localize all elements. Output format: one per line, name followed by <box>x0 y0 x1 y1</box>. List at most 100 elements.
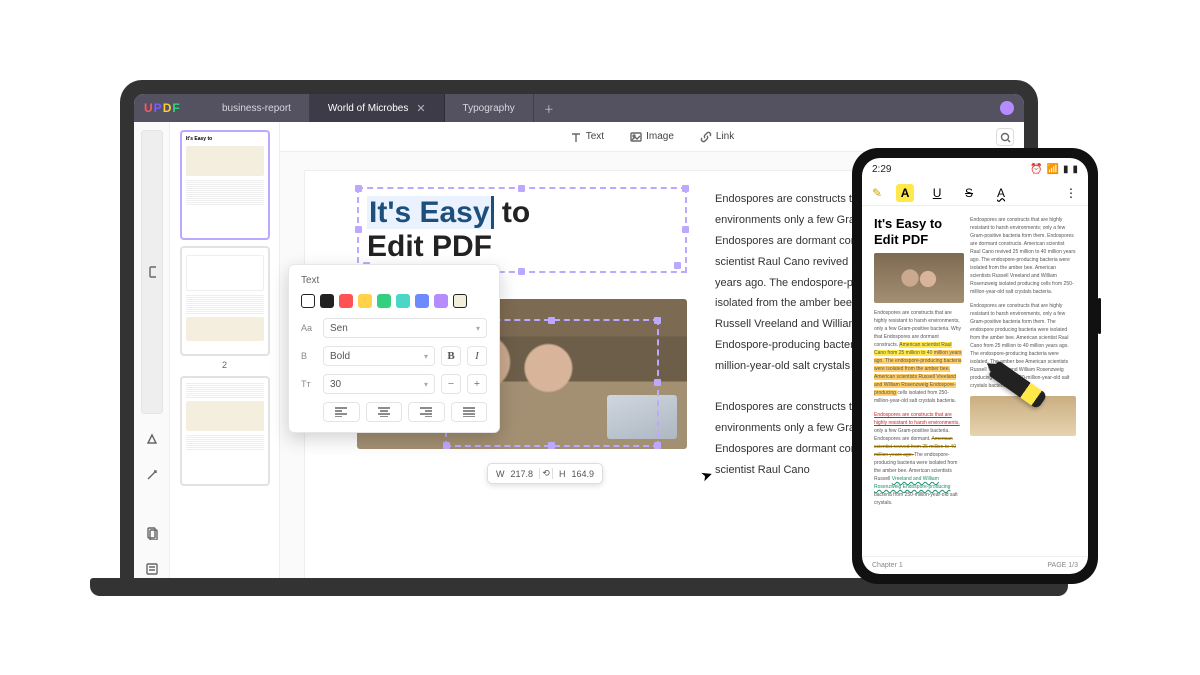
heading-rest1: to <box>494 196 531 229</box>
phone-document[interactable]: It's Easy toEdit PDF Endospores are cons… <box>862 206 1088 556</box>
battery-icon: ▮ <box>1072 164 1078 175</box>
cursor-icon: ➤ <box>698 466 715 486</box>
tool-link-label: Link <box>716 131 734 142</box>
phone-photo <box>874 253 964 303</box>
tab-label: business-report <box>222 103 291 114</box>
size-value: 30 <box>330 379 341 390</box>
swatch-yellow[interactable] <box>358 294 372 308</box>
signal-icon: ▮ <box>1063 164 1069 175</box>
weight-row-label: B <box>301 351 317 361</box>
close-icon[interactable]: ✕ <box>416 102 425 115</box>
font-select[interactable]: Sen ▾ <box>323 318 487 338</box>
swatch-teal[interactable] <box>396 294 410 308</box>
swatch-purple[interactable] <box>434 294 448 308</box>
thumbnail-title: It's Easy to <box>186 136 264 143</box>
swatch-auto-icon[interactable] <box>301 294 315 308</box>
phone-screen: 2:29 ⏰ 📶 ▮ ▮ ✎ A U S A ⋮ It's Easy toEdi… <box>862 158 1088 574</box>
phone-photo-2 <box>970 396 1076 436</box>
swatch-black[interactable] <box>320 294 334 308</box>
swatch-red[interactable] <box>339 294 353 308</box>
phone-time: 2:29 <box>872 164 891 175</box>
side-rail <box>134 122 170 580</box>
thumbnail-page-2[interactable] <box>180 246 270 356</box>
highlight-tool[interactable]: A <box>896 184 914 202</box>
size-w-label: W <box>496 469 505 479</box>
phone-para-left: Endospores are constructs that are highl… <box>874 309 964 405</box>
tool-link[interactable]: Link <box>700 131 734 143</box>
phone-heading: It's Easy toEdit PDF <box>874 216 964 247</box>
wifi-icon: 📶 <box>1047 164 1059 175</box>
size-h-value: 164.9 <box>572 469 595 479</box>
phone-footer-right: PAGE 1/3 <box>1047 562 1078 569</box>
squiggly-tool[interactable]: A <box>992 184 1010 202</box>
size-select[interactable]: 30 ▾ <box>323 374 435 394</box>
size-increase-button[interactable]: + <box>467 374 487 394</box>
page-heading[interactable]: It's Easy to Edit PDF <box>367 196 677 265</box>
rail-reader-icon[interactable] <box>141 130 163 414</box>
tool-image[interactable]: Image <box>630 131 674 143</box>
align-center-button[interactable] <box>366 402 403 422</box>
pen-tool-icon[interactable]: ✎ <box>872 186 882 200</box>
text-format-panel[interactable]: Text Aa Sen ▾ B <box>288 264 500 433</box>
rail-pages-icon[interactable] <box>141 522 163 544</box>
panel-title: Text <box>301 275 487 286</box>
font-value: Sen <box>330 323 348 334</box>
chevron-down-icon: ▾ <box>424 380 428 389</box>
user-avatar[interactable] <box>1000 101 1014 115</box>
search-button[interactable] <box>996 128 1014 146</box>
tool-text[interactable]: Text <box>570 131 604 143</box>
size-row-label: Tᴛ <box>301 379 317 389</box>
bold-button[interactable]: B <box>441 346 461 366</box>
swatch-blue[interactable] <box>415 294 429 308</box>
weight-value: Bold <box>330 351 350 362</box>
color-swatches <box>301 294 487 308</box>
chevron-down-icon: ▾ <box>424 352 428 361</box>
rotate-icon[interactable]: ⟲ <box>539 468 553 479</box>
phone-para-left2: Endospores are constructs that are highl… <box>874 411 964 507</box>
chevron-down-icon: ▾ <box>476 324 480 333</box>
size-badge: W 217.8 ⟲ H 164.9 <box>487 463 603 484</box>
heading-highlight: It's Easy <box>367 196 494 229</box>
heading-line2: Edit PDF <box>367 230 492 263</box>
phone-footer: Chapter 1 PAGE 1/3 <box>862 556 1088 574</box>
tab-world-of-microbes[interactable]: World of Microbes ✕ <box>310 94 445 122</box>
thumbnail-page-number: 2 <box>180 360 269 370</box>
phone-status-bar: 2:29 ⏰ 📶 ▮ ▮ <box>862 158 1088 180</box>
heading-edit-box[interactable]: It's Easy to Edit PDF <box>357 187 687 273</box>
phone-frame: 2:29 ⏰ 📶 ▮ ▮ ✎ A U S A ⋮ It's Easy toEdi… <box>852 148 1098 584</box>
thumbnail-page-1[interactable]: It's Easy to <box>180 130 270 240</box>
rail-highlight-icon[interactable] <box>141 428 163 450</box>
tool-image-label: Image <box>646 131 674 142</box>
app-brand: UPDF <box>134 94 204 122</box>
phone-annot-toolbar: ✎ A U S A ⋮ <box>862 180 1088 206</box>
tab-label: Typography <box>463 103 515 114</box>
weight-select[interactable]: Bold ▾ <box>323 346 435 366</box>
alarm-icon: ⏰ <box>1030 164 1042 175</box>
underline-tool[interactable]: U <box>928 184 946 202</box>
align-justify-button[interactable] <box>451 402 488 422</box>
align-left-button[interactable] <box>323 402 360 422</box>
tab-typography[interactable]: Typography <box>445 94 534 122</box>
align-row <box>301 402 487 422</box>
size-w-value: 217.8 <box>511 469 534 479</box>
new-tab-button[interactable]: ＋ <box>534 94 564 122</box>
size-h-label: H <box>559 469 566 479</box>
size-decrease-button[interactable]: − <box>441 374 461 394</box>
italic-button[interactable]: I <box>467 346 487 366</box>
font-row-label: Aa <box>301 323 317 333</box>
tool-text-label: Text <box>586 131 604 142</box>
tab-label: World of Microbes <box>328 103 408 114</box>
tab-bar: UPDF business-report World of Microbes ✕… <box>134 94 1024 122</box>
rail-edit-icon[interactable] <box>141 464 163 486</box>
page-thumbnails: It's Easy to 2 <box>170 122 280 580</box>
swatch-custom-icon[interactable] <box>453 294 467 308</box>
phone-para-right: Endospores are constructs that are highl… <box>970 216 1076 296</box>
rail-form-icon[interactable] <box>141 558 163 580</box>
swatch-green[interactable] <box>377 294 391 308</box>
strikethrough-tool[interactable]: S <box>960 184 978 202</box>
more-menu-icon[interactable]: ⋮ <box>1065 186 1078 200</box>
tab-business-report[interactable]: business-report <box>204 94 310 122</box>
phone-footer-left: Chapter 1 <box>872 562 903 569</box>
align-right-button[interactable] <box>408 402 445 422</box>
thumbnail-page-3[interactable] <box>180 376 270 486</box>
